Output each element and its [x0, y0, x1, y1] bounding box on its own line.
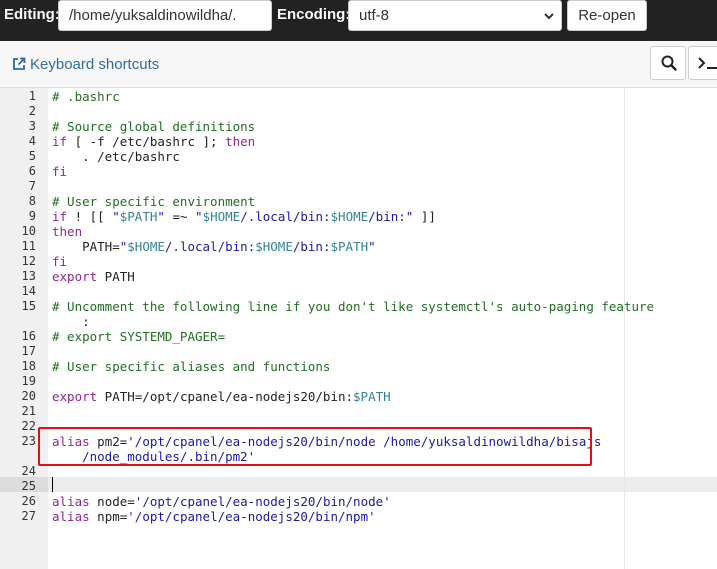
code-line: . /etc/bashrc	[52, 149, 180, 164]
line-number: 22	[21, 419, 36, 433]
terminal-icon	[698, 57, 717, 69]
line-number: 15	[21, 299, 36, 313]
keyboard-shortcuts-link[interactable]: Keyboard shortcuts	[12, 55, 159, 75]
code-line: :	[52, 314, 90, 329]
code-line: export PATH=/opt/cpanel/ea-nodejs20/bin:…	[52, 389, 391, 404]
file-path-field[interactable]: /home/yuksaldinowildha/.	[58, 0, 272, 31]
line-number: 16	[21, 329, 36, 343]
code-line: fi	[52, 164, 68, 179]
print-margin	[624, 88, 625, 569]
line-number: 14	[21, 284, 36, 298]
code-line: if [ -f /etc/bashrc ]; then	[52, 134, 256, 149]
line-number: 20	[21, 389, 36, 403]
line-number: 25	[21, 479, 36, 493]
line-number: 8	[28, 194, 36, 208]
code-line: if ! [[ "$PATH" =~ "$HOME/.local/bin:$HO…	[52, 209, 436, 224]
line-number: 18	[21, 359, 36, 373]
line-number: 19	[21, 374, 36, 388]
line-number: 11	[21, 239, 36, 253]
code-line: # .bashrc	[52, 89, 120, 104]
line-number: 23	[21, 434, 36, 448]
code-line: alias node='/opt/cpanel/ea-nodejs20/bin/…	[52, 494, 391, 509]
line-number: 26	[21, 494, 36, 508]
external-link-icon	[13, 57, 26, 70]
encoding-label: Encoding:	[277, 6, 351, 23]
encoding-value: utf-8	[359, 7, 390, 24]
code-line: # Source global definitions	[52, 119, 256, 134]
line-number: 27	[21, 509, 36, 523]
code-line: export PATH	[52, 269, 135, 284]
editor-subheader: Keyboard shortcuts	[0, 41, 717, 88]
editor-toolbar: Editing: /home/yuksaldinowildha/. Encodi…	[0, 0, 717, 41]
line-number: 13	[21, 269, 36, 283]
editing-label: Editing:	[4, 6, 60, 23]
code-line: fi	[52, 254, 68, 269]
encoding-select[interactable]: utf-8	[348, 0, 562, 31]
search-icon	[661, 55, 677, 71]
code-editor[interactable]: 1 # .bashrc 2 3 # Source global definitions 4…	[0, 88, 717, 569]
line-number: 12	[21, 254, 36, 268]
chevron-down-icon	[544, 13, 554, 20]
terminal-button[interactable]	[688, 46, 717, 80]
code-line: # User specific environment	[52, 194, 256, 209]
line-number: 21	[21, 404, 36, 418]
line-number: 10	[21, 224, 36, 238]
search-button[interactable]	[650, 46, 686, 80]
line-number	[0, 314, 36, 329]
keyboard-shortcuts-label: Keyboard shortcuts	[30, 56, 160, 73]
code-line: # export SYSTEMD_PAGER=	[52, 329, 226, 344]
line-number: 2	[28, 104, 36, 118]
code-line: # Uncomment the following line if you do…	[52, 299, 655, 314]
line-number: 17	[21, 344, 36, 358]
code-line: PATH="$HOME/.local/bin:$HOME/bin:$PATH"	[52, 239, 376, 254]
reopen-button[interactable]: Re-open	[567, 0, 647, 31]
code-line: then	[52, 224, 83, 239]
line-number: 9	[28, 209, 36, 223]
line-number: 3	[28, 119, 36, 133]
line-number: 4	[28, 134, 36, 148]
line-number: 5	[28, 149, 36, 163]
line-number: 6	[28, 164, 36, 178]
line-number	[0, 449, 36, 464]
line-number: 24	[21, 464, 36, 478]
annotation-highlight-box	[38, 427, 592, 466]
line-number: 7	[28, 179, 36, 193]
code-line: alias npm='/opt/cpanel/ea-nodejs20/bin/n…	[52, 509, 376, 524]
text-cursor	[52, 477, 53, 492]
line-number: 1	[28, 89, 36, 103]
code-line: # User specific aliases and functions	[52, 359, 331, 374]
active-line-highlight	[48, 477, 717, 492]
